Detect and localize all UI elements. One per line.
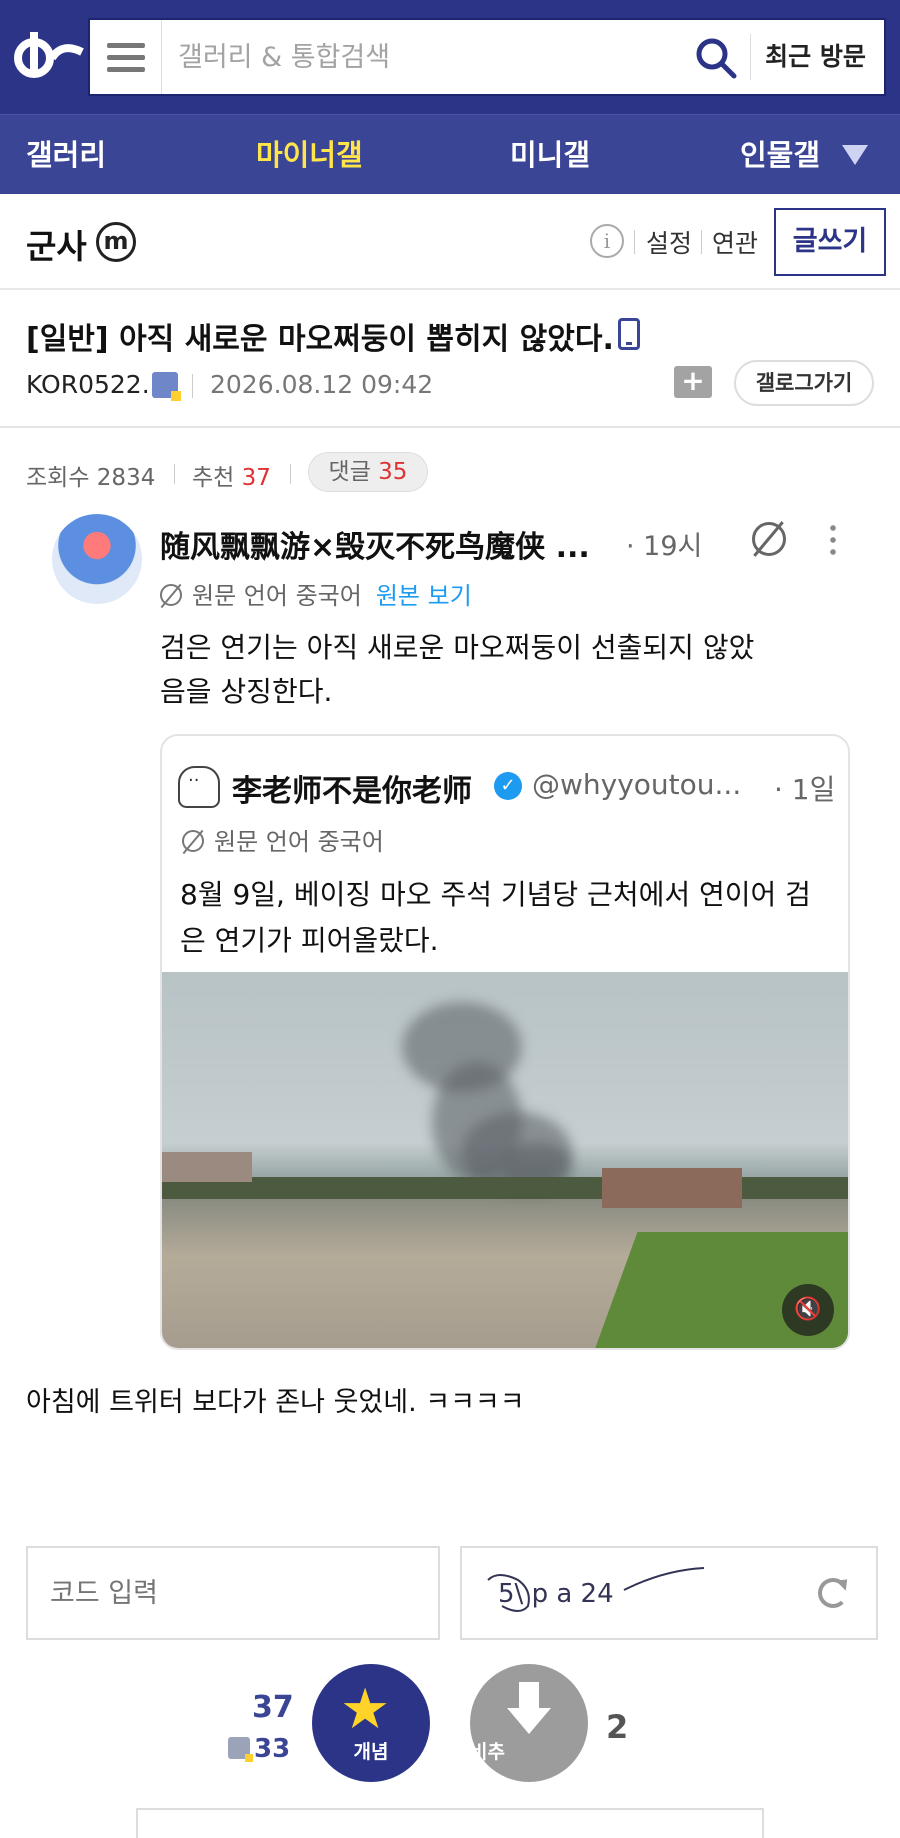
chevron-down-icon[interactable] bbox=[842, 145, 868, 165]
tweet-time: · 19시 bbox=[626, 531, 703, 562]
avatar[interactable] bbox=[178, 766, 220, 808]
grok-icon[interactable] bbox=[752, 522, 786, 556]
tweet-text: 검은 연기는 아직 새로운 마오쩌둥이 선출되지 않았음을 상징한다. bbox=[160, 631, 755, 708]
post-body-text: 아침에 트위터 보다가 존나 웃었네. ㅋㅋㅋㅋ bbox=[26, 1387, 525, 1418]
search-icon[interactable] bbox=[694, 36, 738, 80]
write-button[interactable]: 글쓰기 bbox=[774, 208, 886, 276]
svg-text:5\ p a 24: 5\ p a 24 bbox=[498, 1579, 614, 1609]
post-header: [일반] 아직 새로운 마오쩌둥이 뽑히지 않았다. KOR0522.. 202… bbox=[0, 290, 900, 428]
nav-gallery[interactable]: 갤러리 bbox=[26, 115, 106, 195]
gallery-title[interactable]: 군사 bbox=[26, 220, 87, 268]
divider bbox=[192, 374, 193, 398]
settings-link[interactable]: 설정 bbox=[646, 224, 692, 260]
recent-visits-button[interactable]: 최근 방문 bbox=[750, 34, 880, 80]
translation-note: 원문 언어 중국어 원본 보기 bbox=[160, 576, 472, 611]
more-options-icon[interactable] bbox=[830, 522, 836, 556]
mute-icon[interactable]: 🔇 bbox=[782, 1284, 834, 1336]
minor-gallery-badge-icon: m bbox=[96, 222, 136, 262]
verified-badge-icon: ✓ bbox=[494, 772, 522, 800]
divider bbox=[174, 464, 175, 484]
mobile-icon bbox=[618, 318, 640, 350]
captcha-code-input[interactable] bbox=[26, 1546, 440, 1640]
quoted-time: · 1일 bbox=[774, 773, 836, 806]
downvote-button[interactable]: 비추 bbox=[470, 1664, 588, 1782]
dc-logo-icon[interactable] bbox=[12, 28, 84, 84]
info-icon[interactable]: i bbox=[590, 224, 624, 258]
avatar[interactable] bbox=[52, 514, 142, 604]
search-box: 최근 방문 bbox=[88, 18, 886, 96]
fixed-nick-icon bbox=[152, 372, 181, 401]
downvote-count: 2 bbox=[606, 1708, 629, 1746]
nav-minor-gallery[interactable]: 마이너갤 bbox=[256, 115, 363, 195]
hamburger-icon bbox=[106, 42, 145, 48]
tweet-author-name[interactable]: 随风飘飘游×毁灭不死鸟魔侠 ... bbox=[160, 522, 590, 566]
show-original-link[interactable]: 원본 보기 bbox=[376, 582, 472, 610]
quoted-author-name[interactable]: 李老师不是你老师 bbox=[232, 766, 472, 810]
star-icon: ★ bbox=[340, 1677, 391, 1742]
captcha-image: 5\ p a 24 bbox=[487, 1567, 705, 1612]
tweet-video[interactable]: 🔇 bbox=[162, 972, 848, 1348]
quoted-tweet-text: 8월 9일, 베이징 마오 주석 기념당 근처에서 연이어 검은 연기가 피어올… bbox=[180, 878, 811, 957]
divider bbox=[701, 230, 702, 254]
gallog-button[interactable]: 갤로그가기 bbox=[734, 360, 874, 406]
next-section-box bbox=[136, 1808, 764, 1838]
nav-mini-gallery[interactable]: 미니갤 bbox=[510, 115, 590, 195]
top-header: 최근 방문 bbox=[0, 0, 900, 114]
add-folder-icon[interactable] bbox=[674, 364, 712, 398]
fixed-nick-icon bbox=[228, 1737, 253, 1762]
arrow-down-icon bbox=[507, 1682, 551, 1734]
refresh-icon[interactable] bbox=[818, 1578, 848, 1608]
comment-count-button[interactable]: 댓글 35 bbox=[308, 452, 428, 492]
divider bbox=[634, 230, 635, 254]
translate-icon bbox=[182, 830, 204, 852]
quoted-author-handle: @whyyoutou... bbox=[532, 768, 742, 801]
captcha-box: 5\ p a 24 bbox=[460, 1546, 878, 1640]
recommend-count: 추천 37 bbox=[192, 465, 271, 491]
post-title: [일반] 아직 새로운 마오쩌둥이 뽑히지 않았다. bbox=[26, 322, 614, 357]
trees bbox=[162, 1177, 848, 1199]
upvote-button[interactable]: ★ 개념 bbox=[312, 1664, 430, 1782]
related-link[interactable]: 연관 bbox=[712, 224, 758, 260]
search-input[interactable] bbox=[178, 36, 678, 78]
view-count: 조회수 2834 bbox=[26, 465, 156, 491]
upvote-count: 37 bbox=[252, 1690, 294, 1725]
post-date: 2026.08.12 09:42 bbox=[210, 370, 434, 399]
fixed-upvote-count: 33 bbox=[228, 1734, 290, 1764]
nav-person-gallery[interactable]: 인물갤 bbox=[740, 115, 820, 195]
menu-button[interactable] bbox=[90, 20, 162, 94]
divider bbox=[290, 464, 291, 484]
translate-icon bbox=[160, 584, 182, 606]
translation-note: 원문 언어 중국어 bbox=[182, 822, 384, 857]
quoted-tweet[interactable]: 李老师不是你老师 ✓ @whyyoutou... · 1일 원문 언어 중국어 … bbox=[160, 734, 850, 1350]
gallery-type-nav: 갤러리 마이너갤 미니갤 인물갤 bbox=[0, 114, 900, 194]
post-author[interactable]: KOR0522.. bbox=[26, 370, 158, 399]
gallery-header: 군사 m i 설정 연관 글쓰기 bbox=[0, 194, 900, 290]
